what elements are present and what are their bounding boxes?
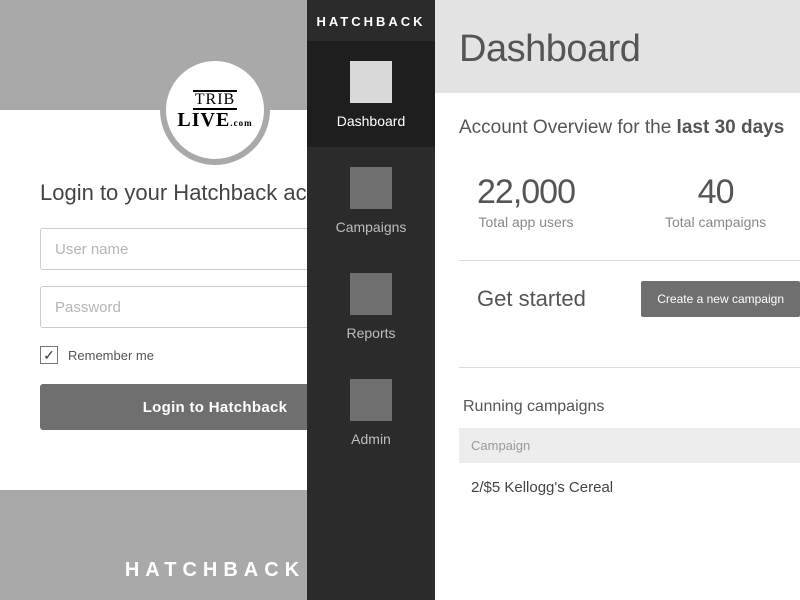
dashboard-header: Dashboard: [435, 0, 800, 93]
dashboard-body: Account Overview for the last 30 days 22…: [435, 93, 800, 600]
admin-icon: [350, 379, 392, 421]
sidebar-item-label: Campaigns: [336, 219, 407, 235]
sidebar-item-label: Dashboard: [337, 113, 406, 129]
sidebar-item-admin[interactable]: Admin: [307, 359, 435, 465]
divider: [459, 367, 800, 368]
logo-line-2: LIVE.com: [177, 109, 252, 131]
create-campaign-button[interactable]: Create a new campaign: [641, 281, 800, 317]
stat-value: 40: [665, 173, 766, 212]
remember-me-label: Remember me: [68, 348, 154, 363]
stat-label: Total campaigns: [665, 214, 766, 230]
dashboard-panel: Dashboard Account Overview for the last …: [435, 0, 800, 600]
stats-row: 22,000 Total app users 40 Total campaign…: [459, 173, 800, 230]
sidebar: HATCHBACK Dashboard Campaigns Reports Ad…: [307, 0, 435, 600]
sidebar-item-reports[interactable]: Reports: [307, 253, 435, 359]
campaign-table-header: Campaign: [459, 428, 800, 463]
page-title: Dashboard: [459, 28, 800, 71]
stat-value: 22,000: [477, 173, 575, 212]
stat-label: Total app users: [477, 214, 575, 230]
checkbox-icon: ✓: [40, 346, 58, 364]
campaign-row[interactable]: 2/$5 Kellogg's Cereal: [459, 463, 800, 500]
sidebar-item-label: Reports: [346, 325, 395, 341]
sidebar-item-campaigns[interactable]: Campaigns: [307, 147, 435, 253]
partner-logo-inner: TRIB LIVE.com: [177, 90, 252, 130]
sidebar-item-dashboard[interactable]: Dashboard: [307, 41, 435, 147]
stat-total-users: 22,000 Total app users: [477, 173, 575, 230]
sidebar-brand-wordmark: HATCHBACK: [307, 0, 435, 41]
get-started-row: Get started Create a new campaign: [459, 261, 800, 337]
dashboard-icon: [350, 61, 392, 103]
stat-total-campaigns: 40 Total campaigns: [665, 173, 766, 230]
logo-line-1: TRIB: [193, 90, 237, 110]
sidebar-item-label: Admin: [351, 431, 391, 447]
campaigns-icon: [350, 167, 392, 209]
account-overview-text: Account Overview for the last 30 days: [459, 117, 800, 139]
get-started-label: Get started: [477, 286, 586, 312]
running-campaigns-heading: Running campaigns: [463, 398, 800, 416]
partner-logo: TRIB LIVE.com: [160, 55, 270, 165]
remember-me-checkbox[interactable]: ✓ Remember me: [40, 346, 154, 364]
reports-icon: [350, 273, 392, 315]
